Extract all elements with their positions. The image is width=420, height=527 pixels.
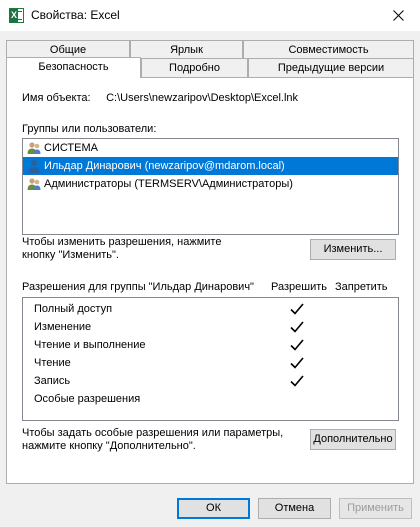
security-panel: Имя объекта: C:\Users\newzaripov\Desktop… — [6, 77, 414, 484]
permission-row: Чтение и выполнение — [23, 336, 398, 354]
tab-row2-2[interactable]: Предыдущие версии — [248, 58, 414, 77]
permission-name: Чтение — [34, 357, 71, 369]
permission-row: Изменение — [23, 318, 398, 336]
permission-row: Чтение — [23, 354, 398, 372]
group-icon — [27, 141, 41, 155]
allow-check-icon — [290, 321, 304, 333]
tab-row2-1[interactable]: Подробно — [141, 58, 248, 77]
close-icon — [392, 10, 404, 21]
edit-button[interactable]: Изменить... — [310, 239, 396, 260]
permission-name: Запись — [34, 375, 71, 387]
change-hint: Чтобы изменить разрешения, нажмите кнопк… — [22, 236, 221, 262]
cancel-button[interactable]: Отмена — [258, 498, 331, 519]
permission-row: Полный доступ — [23, 300, 398, 318]
permission-row: Запись — [23, 372, 398, 390]
permissions-list: Полный доступ Изменение Чтение и выполнени… — [22, 297, 399, 421]
permission-name: Полный доступ — [34, 303, 113, 315]
group-list-item[interactable]: Администраторы (TERMSERV\Администраторы) — [23, 175, 398, 193]
permission-name: Особые разрешения — [34, 393, 141, 405]
excel-icon: X — [9, 8, 24, 23]
tab-row1-1[interactable]: Ярлык — [130, 40, 243, 59]
allow-column-header: Разрешить — [271, 281, 327, 293]
allow-check-icon — [290, 339, 304, 351]
permissions-label: Разрешения для группы "Ильдар Динарович" — [22, 281, 254, 293]
tab-row-bottom: Безопасность Подробно Предыдущие версии — [6, 57, 414, 78]
object-name-row: Имя объекта: C:\Users\newzaripov\Desktop… — [22, 92, 298, 104]
groups-label: Группы или пользователи: — [22, 123, 157, 135]
groups-list[interactable]: СИСТЕМА Ильдар Динарович (newzaripov@mdar… — [22, 138, 399, 235]
object-name-value: C:\Users\newzaripov\Desktop\Excel.lnk — [106, 92, 299, 104]
ok-button[interactable]: ОК — [177, 498, 250, 519]
allow-check-icon — [290, 375, 304, 387]
change-hint-line1: Чтобы изменить разрешения, нажмите — [22, 236, 222, 248]
window-title: Свойства: Excel — [31, 8, 120, 22]
user-icon — [27, 159, 41, 173]
allow-check-icon — [290, 357, 304, 369]
apply-button[interactable]: Применить — [339, 498, 412, 519]
tab-row2-0[interactable]: Безопасность — [6, 57, 141, 78]
advanced-hint-line2: нажмите кнопку "Дополнительно". — [22, 440, 196, 452]
change-hint-line2: кнопку "Изменить". — [22, 249, 119, 261]
title-bar: X Свойства: Excel — [0, 0, 420, 31]
deny-column-header: Запретить — [335, 281, 388, 293]
permission-name: Изменение — [34, 321, 92, 333]
advanced-button[interactable]: Дополнительно — [310, 429, 396, 450]
object-name-label: Имя объекта: — [22, 92, 91, 104]
allow-check-icon — [290, 303, 304, 315]
dialog-footer: ОК Отмена Применить — [0, 484, 420, 527]
group-list-item[interactable]: Ильдар Динарович (newzaripov@mdarom.loca… — [23, 157, 398, 175]
close-button[interactable] — [376, 0, 420, 31]
group-icon — [27, 177, 41, 191]
advanced-hint: Чтобы задать особые разрешения или парам… — [22, 427, 283, 453]
tab-row1-2[interactable]: Совместимость — [243, 40, 414, 59]
group-list-item-name: Администраторы (TERMSERV\Администраторы) — [44, 178, 293, 190]
group-list-item-name: Ильдар Динарович (newzaripov@mdarom.loca… — [44, 160, 285, 172]
permission-row: Особые разрешения — [23, 390, 398, 408]
group-list-item-name: СИСТЕМА — [44, 142, 98, 154]
group-list-item[interactable]: СИСТЕМА — [23, 139, 398, 157]
advanced-hint-line1: Чтобы задать особые разрешения или парам… — [22, 427, 284, 439]
permission-name: Чтение и выполнение — [34, 339, 146, 351]
